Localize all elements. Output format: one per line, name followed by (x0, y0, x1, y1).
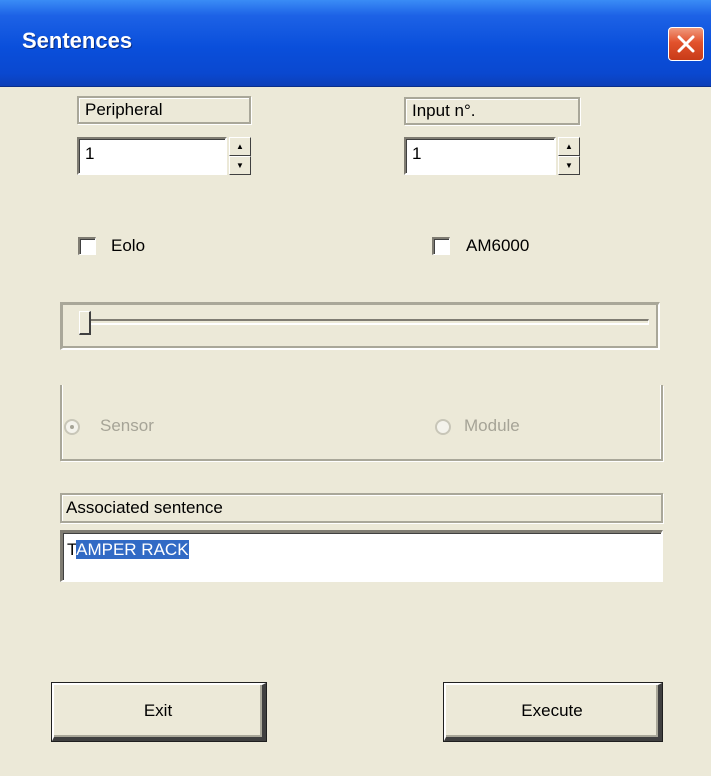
sentence-selected-text: AMPER RACK (76, 540, 189, 559)
peripheral-label: Peripheral (77, 96, 251, 124)
am6000-checkbox-label[interactable]: AM6000 (466, 236, 529, 256)
execute-button[interactable]: Execute (443, 682, 663, 742)
eolo-checkbox-label[interactable]: Eolo (111, 236, 145, 256)
peripheral-spin-up-button[interactable]: ▲ (229, 137, 251, 156)
peripheral-spinner: ▲ ▼ (229, 137, 251, 175)
close-button[interactable] (668, 27, 704, 61)
peripheral-spin-down-button[interactable]: ▼ (229, 156, 251, 175)
module-radio-label[interactable]: Module (464, 416, 520, 436)
input-number-input[interactable]: 1 (404, 137, 556, 175)
window-title: Sentences (22, 28, 133, 53)
slider (60, 302, 660, 350)
peripheral-input[interactable]: 1 (77, 137, 227, 175)
associated-sentence-input[interactable]: TAMPER RACK (60, 530, 663, 582)
associated-sentence-label: Associated sentence (60, 493, 663, 523)
am6000-checkbox[interactable] (432, 237, 450, 255)
slider-thumb[interactable] (79, 311, 91, 335)
sentence-text: T (67, 540, 77, 559)
module-radio[interactable] (435, 419, 451, 435)
slider-track[interactable] (79, 319, 649, 325)
close-icon (677, 35, 695, 53)
input-number-spin-up-button[interactable]: ▲ (558, 137, 580, 156)
arrow-up-icon: ▲ (565, 141, 573, 151)
arrow-down-icon: ▼ (236, 160, 244, 170)
arrow-up-icon: ▲ (236, 141, 244, 151)
sensor-radio[interactable] (64, 419, 80, 435)
input-number-spin-down-button[interactable]: ▼ (558, 156, 580, 175)
input-number-label: Input n°. (404, 97, 580, 125)
exit-button[interactable]: Exit (51, 682, 267, 742)
eolo-checkbox[interactable] (78, 237, 96, 255)
arrow-down-icon: ▼ (565, 160, 573, 170)
input-number-spinner: ▲ ▼ (558, 137, 580, 175)
sensor-radio-label[interactable]: Sensor (100, 416, 154, 436)
title-bar: Sentences (0, 0, 711, 87)
